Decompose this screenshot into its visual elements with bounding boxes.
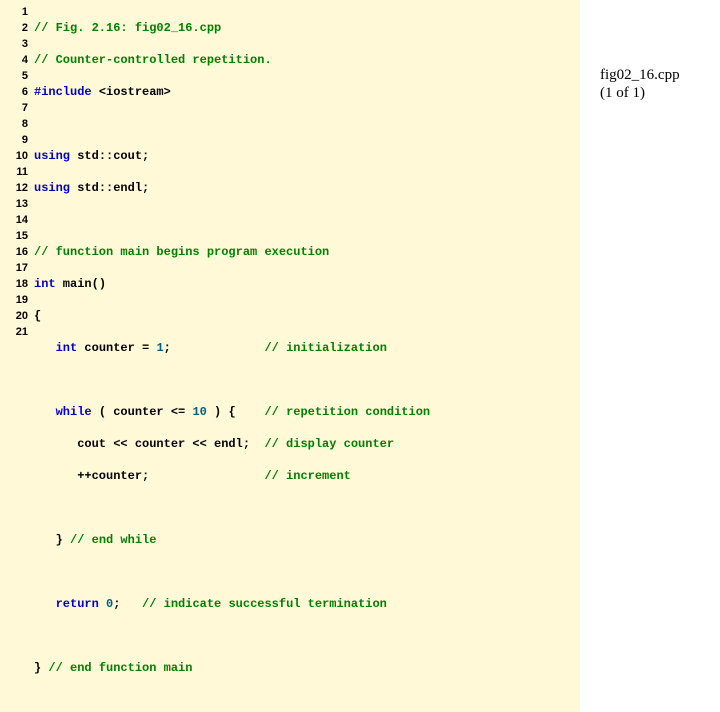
code-line: #include <iostream>	[34, 84, 580, 100]
comment: // indicate successful termination	[142, 597, 387, 611]
comment: // repetition condition	[264, 405, 430, 419]
preprocessor: #include	[34, 85, 99, 99]
line-number: 14	[0, 212, 28, 228]
code-text: }	[34, 661, 48, 675]
literal: 1	[156, 341, 163, 355]
filename-label: fig02_16.cpp	[600, 66, 680, 84]
line-number: 2	[0, 20, 28, 36]
code-text: {	[34, 309, 41, 323]
literal: 0	[106, 597, 113, 611]
line-number: 16	[0, 244, 28, 260]
code-text: ) {	[207, 405, 265, 419]
line-number: 11	[0, 164, 28, 180]
page-label: (1 of 1)	[600, 84, 680, 102]
keyword: while	[56, 405, 92, 419]
line-number: 6	[0, 84, 28, 100]
code-line: cout << counter << endl; // display coun…	[34, 436, 580, 452]
line-number: 20	[0, 308, 28, 324]
line-number: 4	[0, 52, 28, 68]
line-number: 1	[0, 4, 28, 20]
line-number: 13	[0, 196, 28, 212]
comment: // end while	[70, 533, 156, 547]
line-number: 10	[0, 148, 28, 164]
code-text: counter =	[77, 341, 156, 355]
code-line: return 0; // indicate successful termina…	[34, 596, 580, 612]
code-line: while ( counter <= 10 ) { // repetition …	[34, 404, 580, 420]
code-line	[34, 564, 580, 580]
code-text: std::endl;	[77, 181, 149, 195]
code-line: {	[34, 308, 580, 324]
code-line: int main()	[34, 276, 580, 292]
line-number: 17	[0, 260, 28, 276]
code-line: int counter = 1; // initialization	[34, 340, 580, 356]
code-text: ++counter;	[34, 469, 264, 483]
code-line: using std::endl;	[34, 180, 580, 196]
code-text: }	[34, 533, 70, 547]
code-text: std::cout;	[77, 149, 149, 163]
side-label: fig02_16.cpp (1 of 1)	[600, 66, 680, 102]
code-text: ;	[164, 341, 265, 355]
code-text: main()	[56, 277, 106, 291]
code-line: } // end while	[34, 532, 580, 548]
code-line	[34, 116, 580, 132]
line-number: 5	[0, 68, 28, 84]
code-line: // function main begins program executio…	[34, 244, 580, 260]
code-line: // Fig. 2.16: fig02_16.cpp	[34, 20, 580, 36]
comment: // initialization	[264, 341, 386, 355]
code-line: } // end function main	[34, 660, 580, 676]
code-line: ++counter; // increment	[34, 468, 580, 484]
code-text: ( counter <=	[92, 405, 193, 419]
line-number: 19	[0, 292, 28, 308]
code-text	[34, 405, 56, 419]
line-number: 21	[0, 324, 28, 340]
code-line: // Counter-controlled repetition.	[34, 52, 580, 68]
code-text: ;	[113, 597, 142, 611]
comment: // increment	[264, 469, 350, 483]
keyword: using	[34, 149, 77, 163]
code-line	[34, 500, 580, 516]
line-number: 18	[0, 276, 28, 292]
code-line	[34, 628, 580, 644]
code-panel: 1 2 3 4 5 6 7 8 9 10 11 12 13 14 15 16 1…	[0, 0, 580, 712]
keyword: return	[56, 597, 99, 611]
code-line: using std::cout;	[34, 148, 580, 164]
comment: // Fig. 2.16: fig02_16.cpp	[34, 21, 221, 35]
line-number: 9	[0, 132, 28, 148]
keyword: using	[34, 181, 77, 195]
code-line	[34, 212, 580, 228]
keyword: int	[56, 341, 78, 355]
comment: // Counter-controlled repetition.	[34, 53, 272, 67]
line-number: 8	[0, 116, 28, 132]
comment: // display counter	[264, 437, 394, 451]
line-number: 15	[0, 228, 28, 244]
code-line	[34, 372, 580, 388]
code-text: cout << counter << endl;	[34, 437, 264, 451]
comment: // end function main	[48, 661, 192, 675]
code-text: <iostream>	[99, 85, 171, 99]
code-text	[34, 597, 56, 611]
line-number: 12	[0, 180, 28, 196]
code-area: // Fig. 2.16: fig02_16.cpp // Counter-co…	[34, 4, 580, 708]
code-text	[34, 341, 56, 355]
keyword: int	[34, 277, 56, 291]
line-number: 7	[0, 100, 28, 116]
line-number: 3	[0, 36, 28, 52]
literal: 10	[192, 405, 206, 419]
code-text	[99, 597, 106, 611]
line-number-gutter: 1 2 3 4 5 6 7 8 9 10 11 12 13 14 15 16 1…	[0, 4, 34, 708]
comment: // function main begins program executio…	[34, 245, 329, 259]
